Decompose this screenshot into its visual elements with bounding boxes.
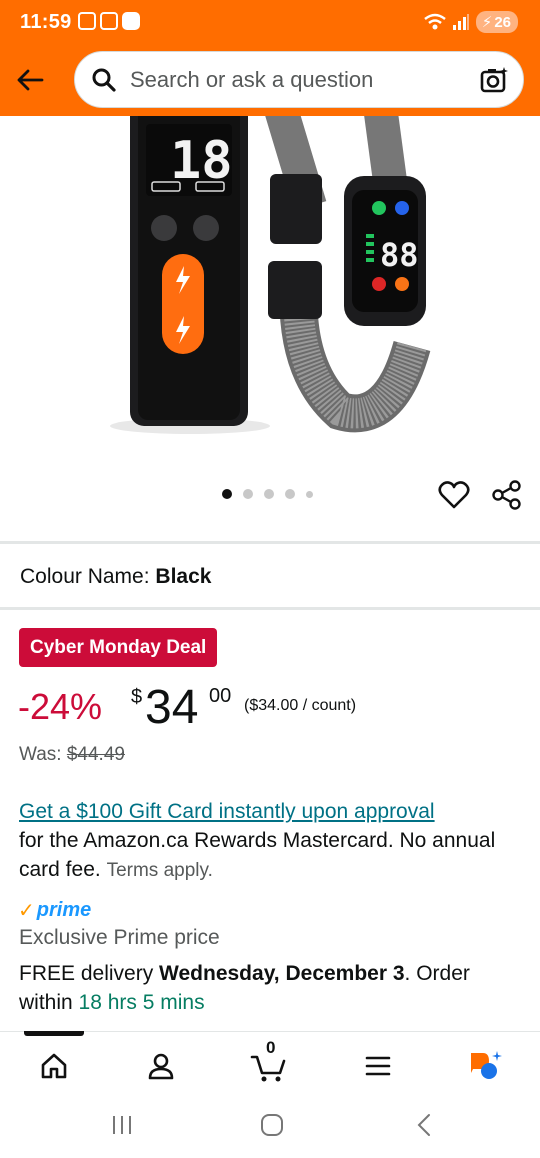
was-price: Was: $44.49: [19, 744, 125, 766]
app-header: Search or ask a question: [0, 46, 540, 116]
rufus-icon: [471, 1051, 502, 1079]
colour-label: Colour Name:: [20, 565, 150, 588]
prime-check-icon: ✓: [18, 900, 35, 922]
nav-rufus[interactable]: [466, 1046, 506, 1086]
wifi-icon: [423, 13, 446, 30]
was-label: Was:: [19, 744, 62, 765]
unit-price: ($34.00 / count): [244, 697, 357, 714]
notification-icons: [78, 12, 140, 30]
battery-level: 26: [494, 13, 511, 31]
price-whole: 34: [145, 681, 199, 734]
heart-icon: [438, 481, 470, 509]
search-bar[interactable]: Search or ask a question: [74, 51, 524, 108]
camera-search-icon[interactable]: [479, 65, 509, 95]
home-button-icon[interactable]: [259, 1112, 285, 1138]
recent-apps-icon[interactable]: [110, 1112, 134, 1138]
account-icon: [148, 1053, 174, 1080]
prime-exclusive-label: Exclusive Prime price: [19, 926, 220, 949]
share-button[interactable]: [490, 478, 524, 512]
wishlist-button[interactable]: [437, 478, 471, 512]
delivery-date: Wednesday, December 3: [159, 962, 405, 985]
carousel-dot[interactable]: [243, 489, 253, 499]
carousel-dot[interactable]: [285, 489, 295, 499]
charging-icon: ⚡: [481, 14, 493, 31]
screenshot-icon: [78, 12, 96, 30]
search-icon: [92, 68, 116, 92]
delivery-info: FREE delivery Wednesday, December 3. Ord…: [19, 959, 524, 1017]
system-status-icons: ⚡ 26: [423, 11, 518, 33]
was-amount: $44.49: [66, 744, 125, 765]
back-button[interactable]: [10, 60, 50, 100]
discount-percent: -24%: [18, 686, 103, 727]
delivery-prefix: FREE delivery: [19, 962, 160, 985]
youtube-icon: [122, 12, 140, 30]
price-fraction: 00: [209, 685, 232, 707]
carousel-dots: [222, 489, 313, 499]
signal-icon: [452, 14, 469, 30]
svg-text:88: 88: [380, 236, 419, 274]
divider: [0, 607, 540, 610]
promo-description: for the Amazon.ca Rewards Mastercard. No…: [19, 829, 496, 881]
gift-card-link[interactable]: Get a $100 Gift Card instantly upon appr…: [19, 797, 519, 826]
prime-logo: ✓ prime: [18, 898, 91, 923]
bottom-nav: 0: [0, 1031, 540, 1094]
search-input[interactable]: Search or ask a question: [130, 67, 373, 93]
nav-home[interactable]: [34, 1046, 74, 1086]
share-icon: [492, 480, 521, 510]
product-image-carousel[interactable]: 18 88: [0, 116, 540, 476]
home-icon: [41, 1053, 67, 1079]
delivery-countdown: 18 hrs 5 mins: [78, 991, 205, 1014]
divider: [0, 541, 540, 544]
menu-icon: [365, 1056, 391, 1076]
battery-indicator: ⚡ 26: [475, 11, 518, 33]
terms-link[interactable]: Terms apply.: [107, 860, 213, 881]
nav-account[interactable]: [141, 1046, 181, 1086]
product-photo: 18 88: [110, 116, 431, 434]
status-time: 11:59: [20, 11, 72, 33]
active-tab-indicator: [24, 1031, 84, 1036]
system-nav-bar: [0, 1094, 540, 1158]
colour-selection: Colour Name: Black: [20, 565, 211, 589]
arrow-left-icon: [17, 69, 44, 91]
gift-card-promo: Get a $100 Gift Card instantly upon appr…: [19, 797, 519, 885]
deal-badge: Cyber Monday Deal: [19, 628, 218, 667]
carousel-dot[interactable]: [264, 489, 274, 499]
nav-menu[interactable]: [358, 1046, 398, 1086]
colour-value: Black: [155, 565, 212, 588]
nav-cart[interactable]: 0: [249, 1038, 289, 1086]
app-notification-icon: [100, 12, 118, 30]
cart-count: 0: [266, 1038, 276, 1057]
currency-symbol: $: [131, 686, 143, 708]
prime-wordmark: prime: [36, 899, 92, 921]
carousel-dot[interactable]: [306, 490, 313, 498]
status-bar: 11:59 ⚡ 26: [0, 0, 540, 46]
back-nav-icon[interactable]: [412, 1112, 436, 1138]
carousel-dot[interactable]: [222, 489, 232, 499]
